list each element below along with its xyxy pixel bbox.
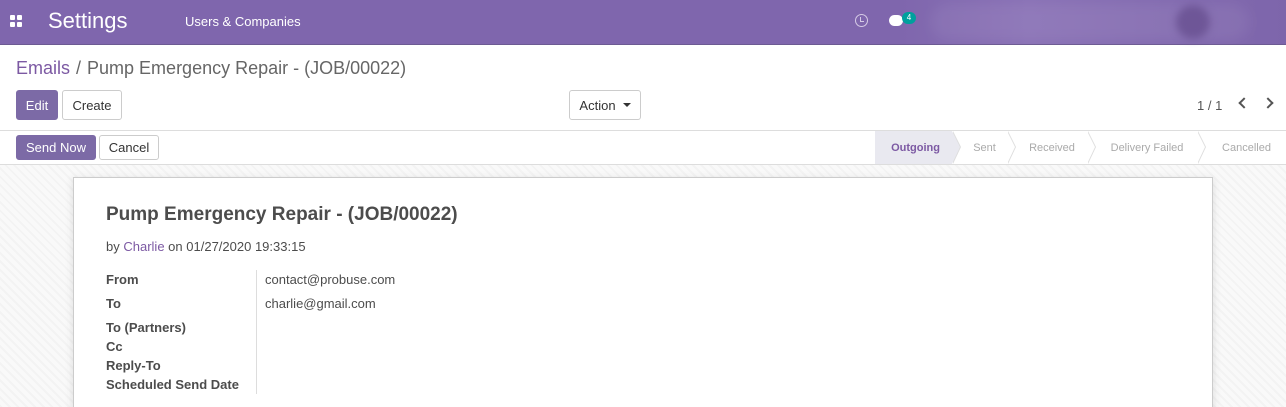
stage-outgoing[interactable]: Outgoing <box>875 131 961 164</box>
statusbar: Send Now Cancel Outgoing Sent Received D… <box>0 130 1286 165</box>
chat-count-badge: 4 <box>902 12 916 24</box>
apps-menu-icon[interactable] <box>10 15 23 28</box>
chevron-right-icon[interactable] <box>1262 97 1274 109</box>
breadcrumb-current: Pump Emergency Repair - (JOB/00022) <box>87 58 407 78</box>
field-label-from: From <box>106 272 139 287</box>
field-label-reply-to: Reply-To <box>106 358 161 373</box>
breadcrumb: Emails / Pump Emergency Repair - (JOB/0002… <box>16 58 406 79</box>
avatar[interactable] <box>1176 5 1210 39</box>
stage-delivery-failed[interactable]: Delivery Failed <box>1087 131 1206 164</box>
field-divider <box>256 270 257 394</box>
email-subject: Pump Emergency Repair - (JOB/00022) <box>106 204 458 225</box>
activity-clock-icon[interactable] <box>855 14 868 27</box>
email-byline: by Charlie on 01/27/2020 19:33:15 <box>106 239 306 254</box>
cancel-button[interactable]: Cancel <box>99 135 159 160</box>
create-button[interactable]: Create <box>62 90 122 120</box>
send-now-button[interactable]: Send Now <box>16 135 96 160</box>
stage-received[interactable]: Received <box>1007 131 1096 164</box>
action-label: Action <box>579 97 616 113</box>
field-label-to: To <box>106 296 121 311</box>
action-dropdown-button[interactable]: Action <box>569 90 641 120</box>
breadcrumb-separator: / <box>76 58 82 78</box>
pager-value[interactable]: 1 / 1 <box>1197 98 1222 113</box>
field-label-cc: Cc <box>106 339 123 354</box>
field-label-scheduled-date: Scheduled Send Date <box>106 377 239 392</box>
breadcrumb-emails-link[interactable]: Emails <box>16 58 70 78</box>
author-link[interactable]: Charlie <box>123 239 164 254</box>
chat-bubble-icon[interactable] <box>889 15 903 26</box>
email-form-sheet: Pump Emergency Repair - (JOB/00022) by C… <box>73 177 1213 407</box>
edit-button[interactable]: Edit <box>16 90 58 120</box>
status-stages: Outgoing Sent Received Delivery Failed C… <box>875 131 1286 164</box>
top-navbar: Settings Users & Companies 4 <box>0 0 1286 45</box>
email-date: 01/27/2020 19:33:15 <box>186 239 306 254</box>
field-value-from: contact@probuse.com <box>265 272 396 287</box>
field-value-to: charlie@gmail.com <box>265 296 376 311</box>
by-prefix: by <box>106 239 120 254</box>
field-label-to-partners: To (Partners) <box>106 320 186 335</box>
app-title[interactable]: Settings <box>48 8 128 34</box>
on-word: on <box>168 239 183 254</box>
stage-cancelled[interactable]: Cancelled <box>1197 131 1286 164</box>
chevron-left-icon[interactable] <box>1238 97 1250 109</box>
caret-down-icon <box>622 103 631 107</box>
menu-users-companies[interactable]: Users & Companies <box>185 14 301 29</box>
